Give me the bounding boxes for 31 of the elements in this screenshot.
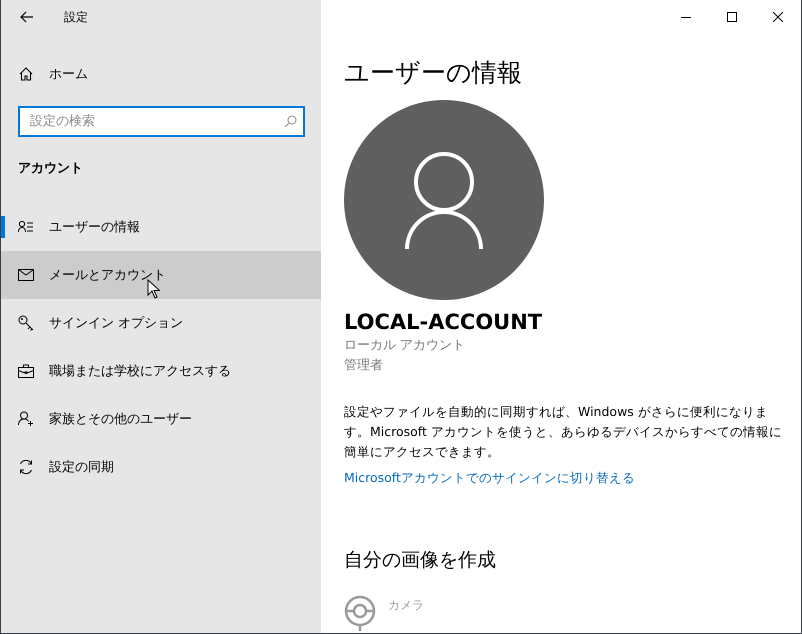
switch-account-link[interactable]: Microsoftアカウントでのサインインに切り替える xyxy=(344,470,635,487)
window-title: 設定 xyxy=(64,8,88,26)
account-type: ローカル アカウント xyxy=(344,337,466,354)
nav-item[interactable]: 職場または学校にアクセスする xyxy=(1,347,321,395)
camera-icon xyxy=(344,595,376,631)
nav-item[interactable]: 設定の同期 xyxy=(1,443,321,491)
account-role: 管理者 xyxy=(344,357,383,374)
home-nav-item[interactable]: ホーム xyxy=(1,50,321,98)
account-name: LOCAL-ACCOUNT xyxy=(344,310,542,334)
nav-item[interactable]: ユーザーの情報 xyxy=(1,203,321,251)
description-text: 設定やファイルを自動的に同期すれば、Windows がさらに便利になります。Microsoft アカウントを使うと、あらゆるデバイスからすべての情報に簡単にアクセスできます。 xyxy=(344,403,783,461)
mouse-cursor-icon xyxy=(147,279,160,299)
nav-item[interactable]: サインイン オプション xyxy=(1,299,321,347)
search-field[interactable]: 設定の検索 xyxy=(18,106,305,137)
search-icon xyxy=(284,115,297,128)
user-avatar-icon xyxy=(344,100,544,300)
mail-icon xyxy=(18,269,34,281)
user-list-icon xyxy=(18,220,34,234)
section-heading: 自分の画像を作成 xyxy=(344,548,496,573)
nav-item[interactable]: 家族とその他のユーザー xyxy=(1,395,321,443)
briefcase-icon xyxy=(18,364,34,378)
close-button[interactable] xyxy=(773,12,783,22)
home-icon xyxy=(19,67,33,81)
sync-icon xyxy=(18,459,34,475)
page-heading: ユーザーの情報 xyxy=(344,57,522,89)
key-icon xyxy=(18,315,34,331)
back-arrow-icon[interactable] xyxy=(20,11,34,23)
maximize-button[interactable] xyxy=(727,12,737,22)
user-add-icon xyxy=(18,411,34,427)
section-heading: アカウント xyxy=(18,160,84,178)
nav-item[interactable]: メールとアカウント xyxy=(1,251,321,299)
